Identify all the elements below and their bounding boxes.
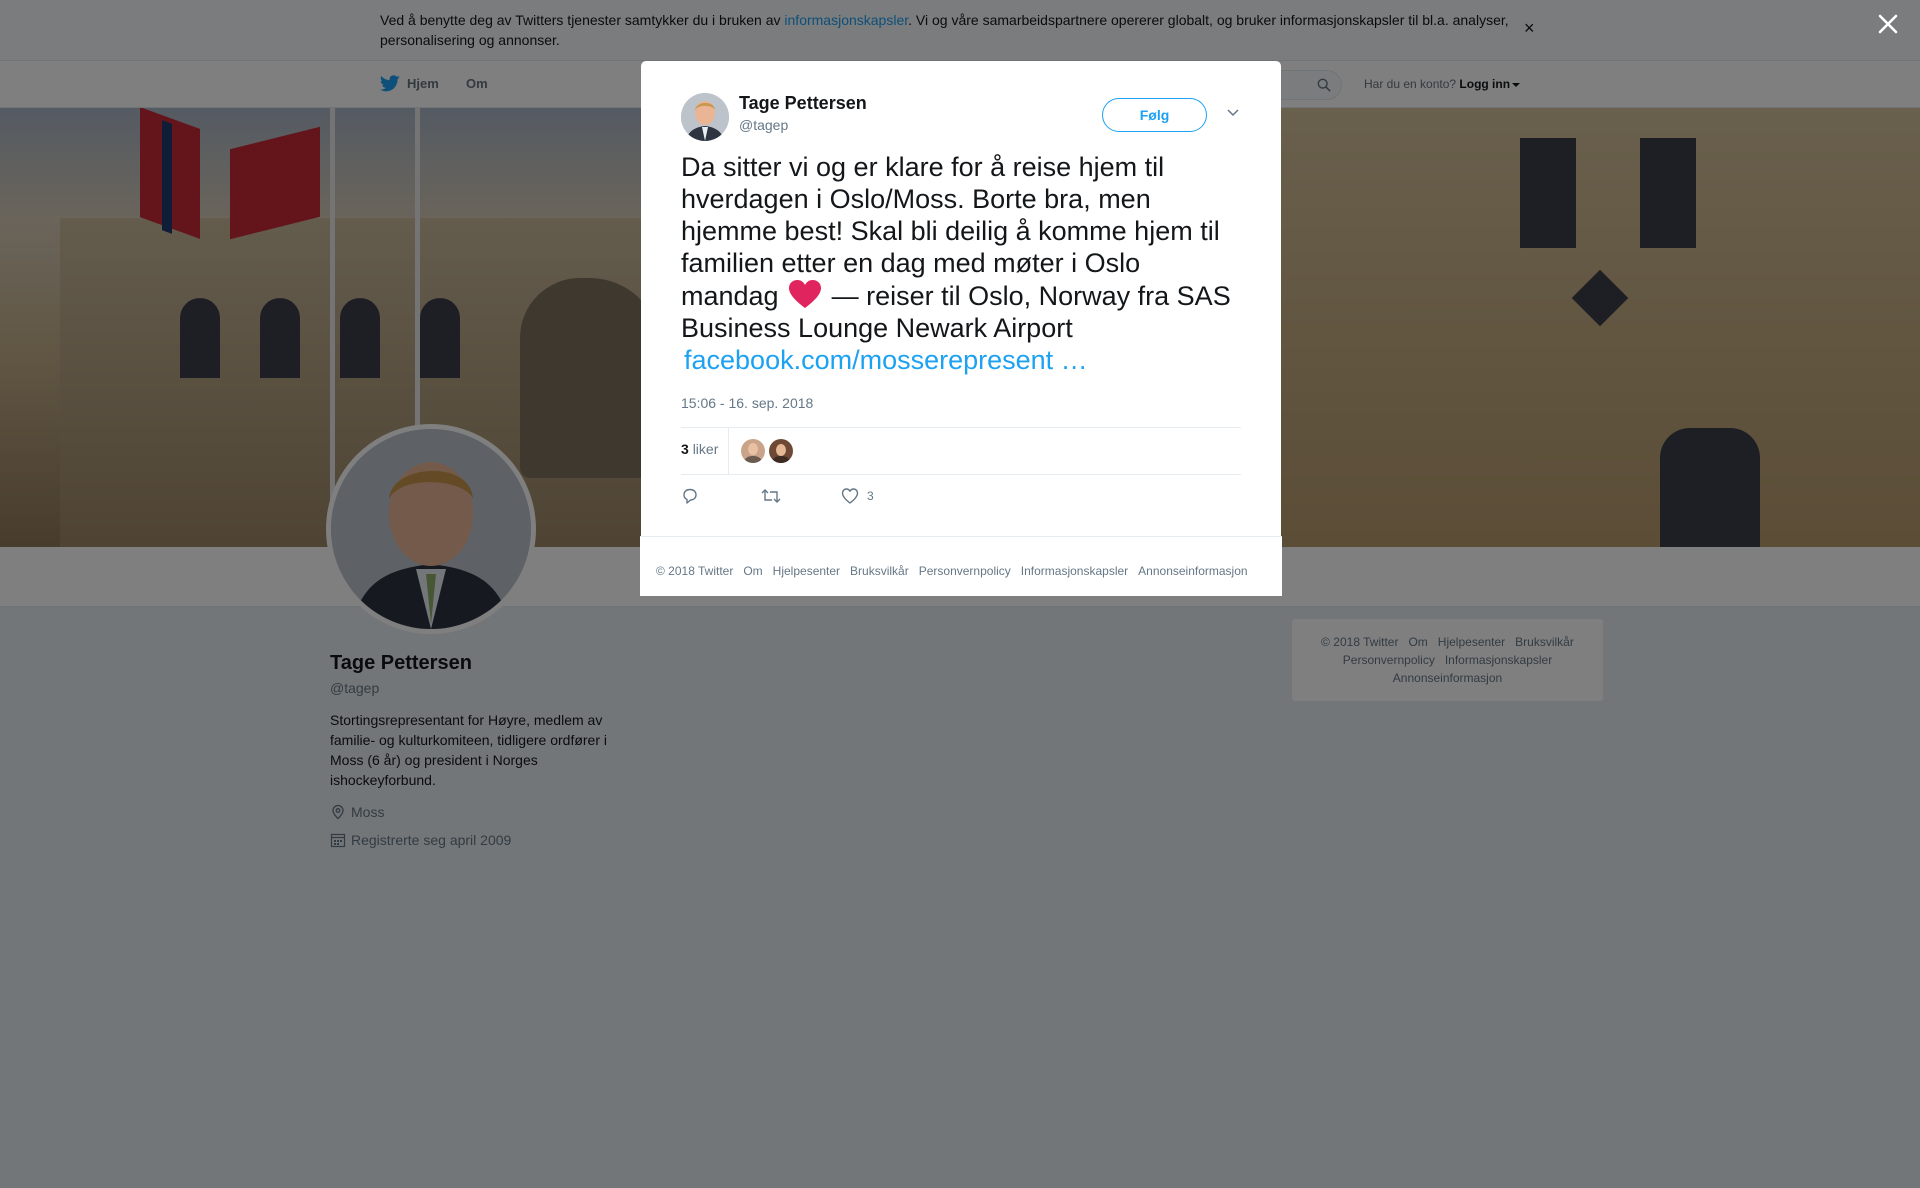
reply-icon xyxy=(683,488,697,504)
tweet-permalink-modal: Tage Pettersen @tagep Følg Da sitter vi … xyxy=(641,61,1281,536)
tweet-timestamp[interactable]: 15:06 - 16. sep. 2018 xyxy=(681,395,813,411)
red-heart-emoji-icon xyxy=(789,280,822,308)
like-count: 3 xyxy=(867,489,874,503)
liker-avatar[interactable] xyxy=(769,439,793,463)
follow-button[interactable]: Følg xyxy=(1102,98,1207,132)
footer-link-ads[interactable]: Annonseinformasjon xyxy=(1138,564,1247,578)
tweet-author-name[interactable]: Tage Pettersen xyxy=(739,93,867,114)
footer-link-privacy[interactable]: Personvernpolicy xyxy=(919,564,1011,578)
footer-link-help[interactable]: Hjelpesenter xyxy=(773,564,840,578)
retweet-button[interactable] xyxy=(761,487,781,505)
likes-label: liker xyxy=(692,441,719,457)
footer-link-copyright: © 2018 Twitter xyxy=(656,564,734,578)
stats-divider xyxy=(728,428,729,474)
liker-avatar[interactable] xyxy=(741,439,765,463)
retweet-icon xyxy=(761,489,781,503)
person-portrait xyxy=(681,93,729,141)
footer-link-about[interactable]: Om xyxy=(743,564,762,578)
likes-count[interactable]: 3 liker xyxy=(681,441,718,457)
tweet-link[interactable]: facebook.com/mosserepresent … xyxy=(684,345,1088,375)
tweet-text: Da sitter vi og er klare for å reise hje… xyxy=(681,151,1241,376)
tweet-author-handle[interactable]: @tagep xyxy=(739,117,788,133)
tweet-actions: 3 xyxy=(681,487,1241,509)
footer-link-cookies[interactable]: Informasjonskapsler xyxy=(1021,564,1128,578)
tweet-stats: 3 liker xyxy=(681,427,1241,475)
chevron-down-icon[interactable] xyxy=(1226,108,1240,118)
modal-footer: © 2018 Twitter Om Hjelpesenter Bruksvilkår P… xyxy=(640,536,1282,596)
likes-number: 3 xyxy=(681,441,689,457)
tweet-author-avatar[interactable] xyxy=(681,93,729,141)
close-icon[interactable] xyxy=(1876,12,1900,36)
reply-button[interactable] xyxy=(681,487,699,505)
heart-icon xyxy=(841,488,859,504)
footer-link-terms[interactable]: Bruksvilkår xyxy=(850,564,909,578)
like-button[interactable]: 3 xyxy=(841,487,874,505)
